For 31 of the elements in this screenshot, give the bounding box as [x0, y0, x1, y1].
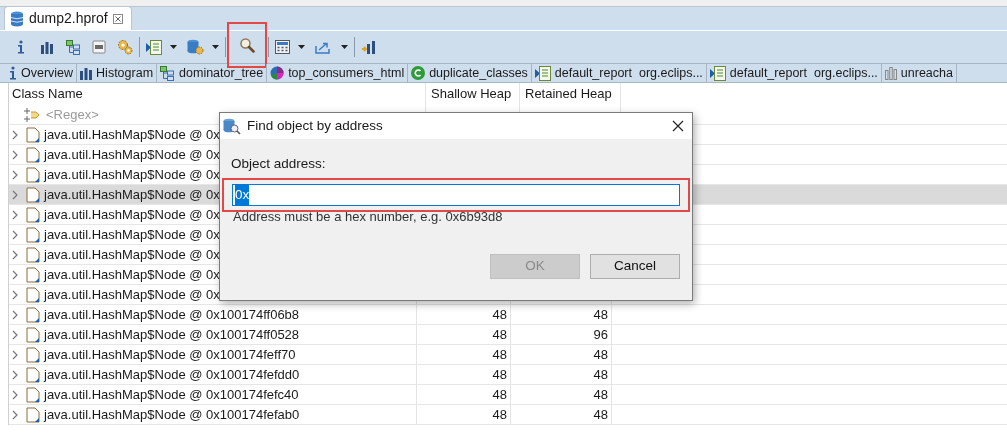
class-name: java.util.HashMap$Node @ 0x — [44, 165, 220, 184]
table-cell-text: 48 — [593, 305, 608, 324]
class-name: java.util.HashMap$Node @ 0x — [44, 285, 220, 304]
table-cell-text: 96 — [593, 325, 608, 344]
table-cell-text: 48 — [492, 345, 507, 364]
hint-text: Address must be a hex number, e.g. 0x6b93d8 — [233, 208, 503, 227]
table-cell-text: 48 — [593, 345, 608, 364]
table-cell-text: 48 — [492, 385, 507, 404]
class-name: java.util.HashMap$Node @ 0x100174ff06b8 — [44, 305, 300, 324]
class-name: java.util.HashMap$Node @ 0x100174fefc40 — [44, 385, 299, 404]
field-label: Object address: — [231, 155, 326, 173]
table-cell-text: 48 — [593, 385, 608, 404]
class-name: java.util.HashMap$Node @ 0x — [44, 245, 220, 264]
class-name: java.util.HashMap$Node @ 0x100174ff0528 — [44, 325, 300, 344]
class-name: java.util.HashMap$Node @ 0x — [44, 205, 220, 224]
class-name: java.util.HashMap$Node @ 0x — [44, 265, 220, 284]
class-name: java.util.HashMap$Node @ 0x — [44, 145, 220, 164]
table-cell-text: 48 — [593, 365, 608, 384]
table-cell-text: 48 — [492, 325, 507, 344]
class-name: java.util.HashMap$Node @ 0x100174fefab0 — [44, 405, 300, 424]
class-name: java.util.HashMap$Node @ 0x100174feff70 — [44, 345, 296, 364]
table-cell-text: 48 — [593, 405, 608, 424]
table-cell-text: 48 — [492, 365, 507, 384]
dialog-title: Find object by address — [247, 116, 384, 135]
class-name: java.util.HashMap$Node @ 0x — [44, 185, 220, 204]
class-name: java.util.HashMap$Node @ 0x100174fefdd0 — [44, 365, 300, 384]
class-name: java.util.HashMap$Node @ 0x — [44, 225, 220, 244]
tab-title: dump2.hprof — [29, 9, 108, 28]
class-name: java.util.HashMap$Node @ 0x — [44, 125, 220, 144]
table-cell-text: 48 — [492, 405, 507, 424]
table-cell-text: 48 — [492, 305, 507, 324]
